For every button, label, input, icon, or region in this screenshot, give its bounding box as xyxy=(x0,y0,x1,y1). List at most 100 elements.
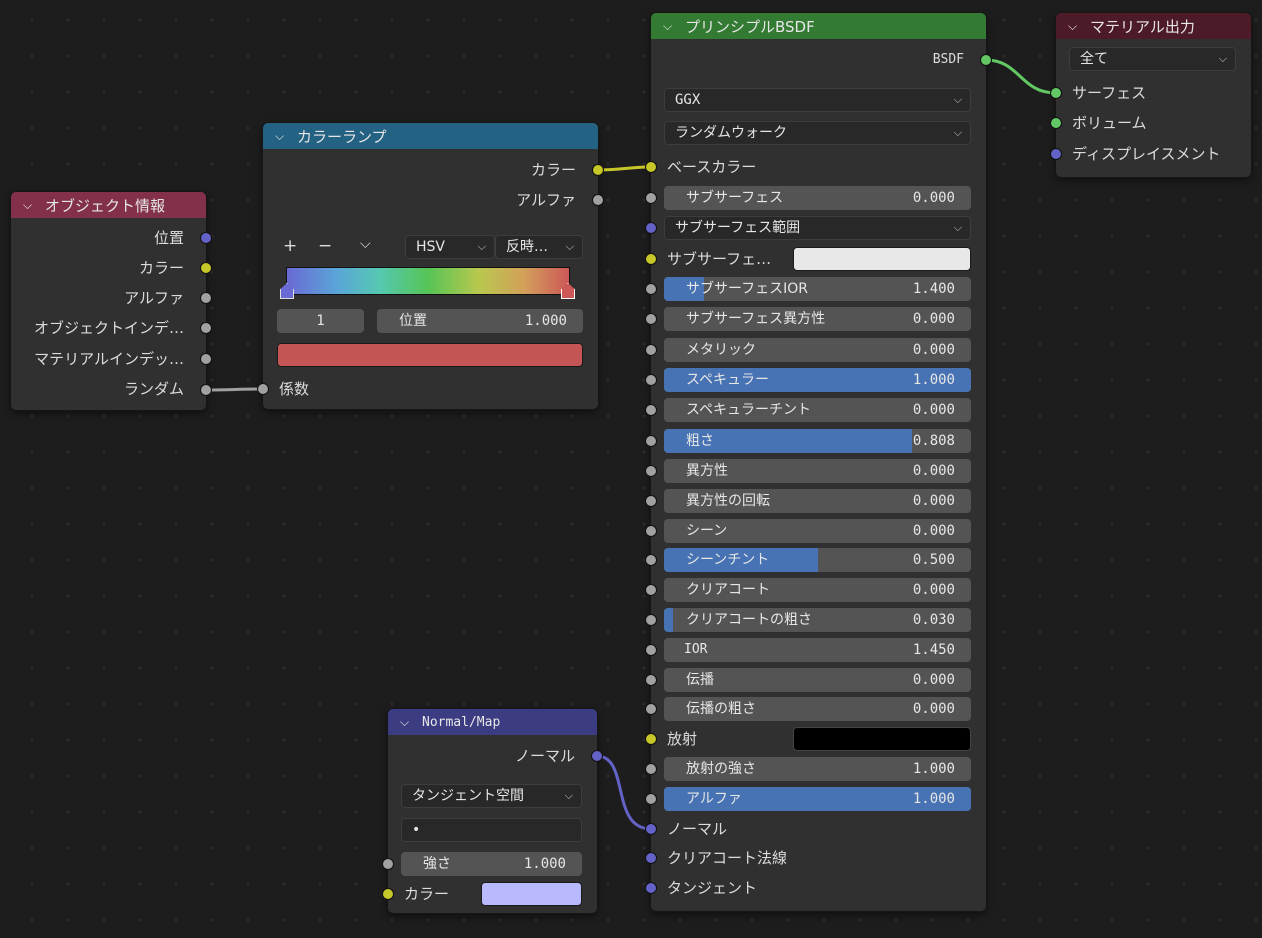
param-slider[interactable]: サブサーフェス異方性 0.000 xyxy=(664,307,971,331)
input-param-socket[interactable] xyxy=(646,555,656,565)
target-dropdown[interactable]: 全て ⌵ xyxy=(1069,47,1236,71)
input-param-socket[interactable] xyxy=(646,314,656,324)
output-normal-socket[interactable] xyxy=(592,751,602,761)
stop-position-field[interactable]: 位置 1.000 xyxy=(377,309,583,333)
normal-map-node[interactable]: ⌵ Normal/Map ノーマル タンジェント空間 ⌵ • 強さ 1.000 … xyxy=(383,709,602,913)
input-param-socket[interactable] xyxy=(646,466,656,476)
distribution-dropdown[interactable]: GGX ⌵ xyxy=(664,88,971,112)
color-swatch[interactable] xyxy=(481,882,582,906)
emission-color-swatch[interactable] xyxy=(793,727,971,751)
param-slider[interactable]: シーンチント 0.500 xyxy=(664,548,971,572)
principled-bsdf-node[interactable]: ⌵ プリンシプルBSDF BSDF GGX ⌵ ランダムウォーク ⌵ ベースカラ… xyxy=(646,13,991,911)
input-color-socket[interactable] xyxy=(383,889,393,899)
input-param-socket[interactable] xyxy=(646,345,656,355)
input-param-socket[interactable] xyxy=(646,526,656,536)
chevron-down-icon[interactable]: ⌵ xyxy=(23,198,39,213)
minus-icon[interactable]: − xyxy=(318,236,332,256)
input-strength-socket[interactable] xyxy=(383,859,393,869)
input-normal-socket[interactable] xyxy=(646,824,656,834)
input-param-socket[interactable] xyxy=(646,436,656,446)
input-tangent-socket[interactable] xyxy=(646,883,656,893)
param-slider[interactable]: 粗さ 0.808 xyxy=(664,429,971,453)
param-slider[interactable]: スペキュラー 1.000 xyxy=(664,368,971,392)
input-surface-socket[interactable] xyxy=(1051,88,1061,98)
chevron-down-icon[interactable]: ⌵ xyxy=(1068,19,1084,34)
param-slider[interactable]: 伝播 0.000 xyxy=(664,668,971,692)
chevron-down-icon[interactable]: ⌵ xyxy=(400,715,416,730)
output-color-socket[interactable] xyxy=(593,165,603,175)
input-clearcoat-normal-socket[interactable] xyxy=(646,853,656,863)
param-slider[interactable]: スペキュラーチント 0.000 xyxy=(664,398,971,422)
color-ramp-header[interactable]: ⌵ カラーランプ xyxy=(263,123,598,149)
input-subsurface-color-socket[interactable] xyxy=(646,254,656,264)
input-volume-socket[interactable] xyxy=(1051,118,1061,128)
node-title: プリンシプルBSDF xyxy=(685,17,815,36)
chevron-down-icon[interactable]: ⌵ xyxy=(663,19,679,34)
input-subsurface-radius-socket[interactable] xyxy=(646,223,656,233)
param-slider[interactable]: メタリック 0.000 xyxy=(664,338,971,362)
alpha-field[interactable]: アルファ 1.000 xyxy=(664,787,971,811)
output-color-socket[interactable] xyxy=(201,263,211,273)
input-param-socket[interactable] xyxy=(646,704,656,714)
param-slider[interactable]: クリアコートの粗さ 0.030 xyxy=(664,608,971,632)
chevron-down-icon[interactable]: ⌵ xyxy=(275,129,291,144)
input-param-socket[interactable] xyxy=(646,615,656,625)
input-subsurface-socket[interactable] xyxy=(646,193,656,203)
object-info-node[interactable]: ⌵ オブジェクト情報 位置 カラー アルファ オブジェクトインデ… マテリアルイ… xyxy=(11,192,211,410)
object-info-header[interactable]: ⌵ オブジェクト情報 xyxy=(11,192,206,218)
material-output-node[interactable]: ⌵ マテリアル出力 全て ⌵ サーフェス ボリューム ディスプレイスメント xyxy=(1051,13,1251,177)
input-displacement-socket[interactable] xyxy=(1051,149,1061,159)
param-label: クリアコート xyxy=(686,582,770,598)
subsurface-method-dropdown[interactable]: ランダムウォーク ⌵ xyxy=(664,121,971,145)
color-ramp-gradient[interactable] xyxy=(286,267,570,295)
param-slider[interactable]: クリアコート 0.000 xyxy=(664,578,971,602)
emission-strength-field[interactable]: 放射の強さ 1.000 xyxy=(664,757,971,781)
subsurface-field[interactable]: サブサーフェス 0.000 xyxy=(664,186,971,210)
input-param-socket[interactable] xyxy=(646,405,656,415)
param-slider[interactable]: 異方性の回転 0.000 xyxy=(664,489,971,513)
stop-color-swatch[interactable] xyxy=(277,343,583,367)
output-object-index-socket[interactable] xyxy=(201,323,211,333)
plus-icon[interactable]: + xyxy=(283,236,297,256)
strength-label: 強さ xyxy=(423,856,451,872)
material-output-header[interactable]: ⌵ マテリアル出力 xyxy=(1056,13,1251,39)
output-location-socket[interactable] xyxy=(201,233,211,243)
input-base-color-socket[interactable] xyxy=(646,162,656,172)
interpolation-dropdown[interactable]: 反時… ⌵ xyxy=(495,235,583,259)
output-alpha-socket[interactable] xyxy=(201,293,211,303)
subsurface-color-swatch[interactable] xyxy=(793,247,971,271)
input-param-socket[interactable] xyxy=(646,375,656,385)
space-dropdown[interactable]: タンジェント空間 ⌵ xyxy=(401,784,582,808)
output-alpha-socket[interactable] xyxy=(593,195,603,205)
subsurface-radius-dropdown[interactable]: サブサーフェス範囲 ⌵ xyxy=(664,216,971,240)
principled-bsdf-header[interactable]: ⌵ プリンシプルBSDF xyxy=(651,13,986,39)
input-alpha-socket[interactable] xyxy=(646,794,656,804)
color-ramp-node[interactable]: ⌵ カラーランプ カラー アルファ + − ⌵ HSV ⌵ 反時… ⌵ 1 位置… xyxy=(258,123,603,409)
color-mode-dropdown[interactable]: HSV ⌵ xyxy=(405,235,495,259)
normal-map-header[interactable]: ⌵ Normal/Map xyxy=(388,709,597,735)
stop-index-field[interactable]: 1 xyxy=(277,309,364,333)
strength-value: 1.000 xyxy=(523,856,566,872)
strength-field[interactable]: 強さ 1.000 xyxy=(401,852,582,876)
param-slider[interactable]: IOR 1.450 xyxy=(664,638,971,662)
input-param-socket[interactable] xyxy=(646,284,656,294)
output-material-index-socket[interactable] xyxy=(201,354,211,364)
input-param-socket[interactable] xyxy=(646,675,656,685)
input-factor-socket[interactable] xyxy=(258,384,268,394)
param-slider[interactable]: 異方性 0.000 xyxy=(664,459,971,483)
chevron-down-icon[interactable]: ⌵ xyxy=(360,236,371,252)
param-value: 0.000 xyxy=(912,672,955,688)
param-slider[interactable]: シーン 0.000 xyxy=(664,519,971,543)
param-slider[interactable]: 伝播の粗さ 0.000 xyxy=(664,697,971,721)
uv-map-field[interactable]: • xyxy=(401,818,582,842)
input-param-socket[interactable] xyxy=(646,496,656,506)
input-emission-socket[interactable] xyxy=(646,734,656,744)
param-label: スペキュラー xyxy=(686,372,770,388)
input-param-socket[interactable] xyxy=(646,585,656,595)
output-bsdf-label: BSDF xyxy=(932,52,964,67)
output-random-socket[interactable] xyxy=(201,385,211,395)
param-slider[interactable]: サブサーフェスIOR 1.400 xyxy=(664,277,971,301)
output-bsdf-socket[interactable] xyxy=(981,55,991,65)
input-emission-strength-socket[interactable] xyxy=(646,764,656,774)
input-param-socket[interactable] xyxy=(646,645,656,655)
